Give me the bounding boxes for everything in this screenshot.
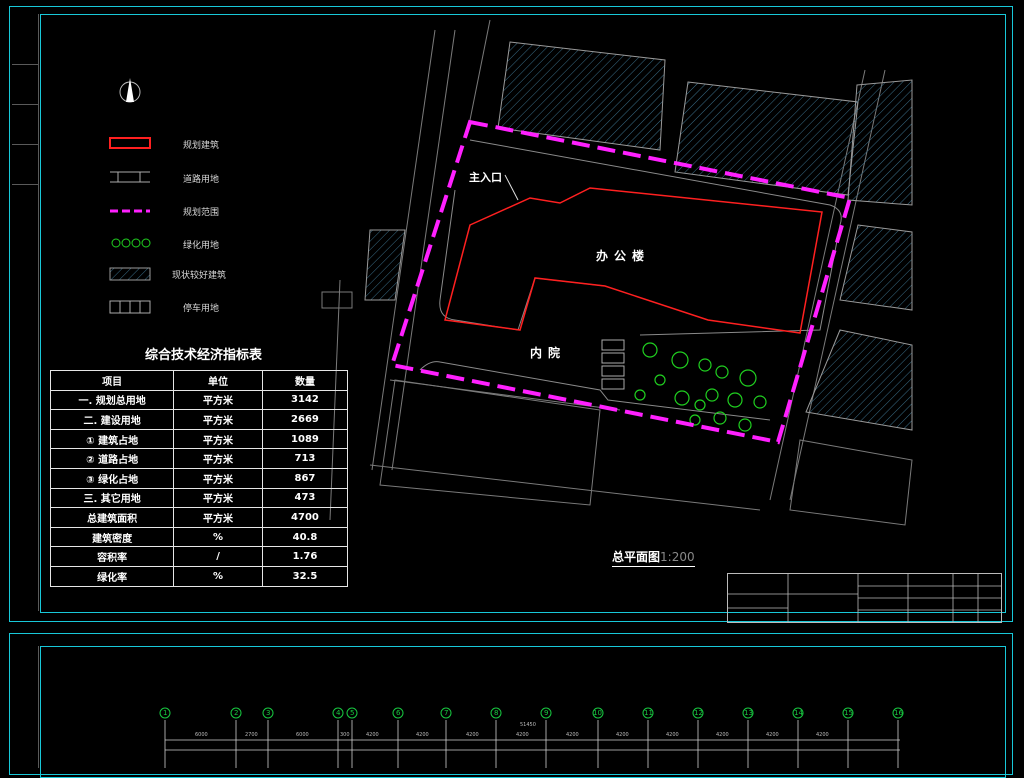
- axis-number: 12: [694, 709, 703, 717]
- axis-number: 9: [544, 709, 549, 717]
- table-cell: 一. 规划总用地: [49, 389, 175, 411]
- axis-number: 5: [350, 709, 355, 717]
- dimension-label: 6000: [195, 732, 208, 738]
- table-row: ③ 绿化占地 平方米 867: [49, 467, 349, 489]
- table-row: 建筑密度% 40.8: [49, 526, 349, 548]
- table-cell: ② 道路占地: [49, 448, 175, 469]
- table-cell: 三. 其它用地: [49, 487, 175, 509]
- table-cell: ③ 绿化占地: [49, 467, 175, 489]
- table-row: ① 建筑占地 平方米 1089: [49, 428, 349, 450]
- legend-label-parking: 停车用地: [183, 304, 220, 314]
- axis-number: 2: [234, 709, 239, 717]
- table-cell: 867: [261, 467, 349, 489]
- legend-label-boundary: 规划范围: [183, 208, 220, 218]
- column-header: 项目: [49, 370, 175, 391]
- title-block-grid: [728, 574, 1001, 622]
- drawing-title-block: [727, 573, 1002, 623]
- table-cell: 平方米: [173, 467, 263, 489]
- table-cell: ① 建筑占地: [49, 428, 175, 450]
- table-cell: %: [173, 565, 263, 587]
- table-row: 二. 建设用地 平方米 2669: [49, 409, 349, 430]
- table-cell: 40.8: [261, 526, 349, 548]
- table-row: 三. 其它用地 平方米 473: [49, 487, 349, 509]
- legend-label-green: 绿化用地: [183, 241, 220, 251]
- table-cell: 平方米: [173, 507, 263, 528]
- axis-number: 4: [336, 709, 341, 717]
- table-cell: 建筑密度: [49, 526, 175, 548]
- table-cell: 平方米: [173, 448, 263, 469]
- legend-label-existing-building: 现状较好建筑: [172, 271, 227, 281]
- dimension-label: 4200: [516, 732, 529, 738]
- table-row: 绿化率% 32.5: [49, 565, 349, 587]
- axis-number: 15: [844, 709, 853, 717]
- dimension-label: 4200: [716, 732, 729, 738]
- axis-number: 11: [644, 709, 653, 717]
- axis-number: 10: [593, 709, 602, 717]
- table-cell: 容积率: [49, 546, 175, 567]
- axis-number: 3: [266, 709, 271, 717]
- dimension-label: 4200: [466, 732, 479, 738]
- north-arrow-icon: [119, 78, 141, 103]
- axis-number: 6: [396, 709, 401, 717]
- table-cell: 4700: [261, 507, 349, 528]
- legend-label-planned-building: 规划建筑: [183, 141, 220, 151]
- indicator-table: 项目 单位 数量 一. 规划总用地 平方米 3142 二. 建设用地 平方米 2669 …: [49, 370, 349, 587]
- table-cell: 2669: [261, 409, 349, 430]
- table-cell: 473: [261, 487, 349, 509]
- dimension-label: 4200: [416, 732, 429, 738]
- axis-number: 13: [744, 709, 753, 717]
- dimension-label: 6000: [296, 732, 309, 738]
- table-cell: 32.5: [261, 565, 349, 587]
- table-cell: 平方米: [173, 487, 263, 509]
- plan-scale: 1:200: [660, 550, 695, 564]
- table-cell: 平方米: [173, 409, 263, 430]
- dimension-label: 300: [340, 732, 350, 738]
- table-cell: /: [173, 546, 263, 567]
- total-dimension: 51450: [520, 722, 536, 728]
- plan-title: 总平面图1:200: [612, 548, 695, 567]
- courtyard-label: 内院: [530, 346, 567, 360]
- dimension-label: 4200: [616, 732, 629, 738]
- table-row: 总建筑面积 平方米 4700: [49, 507, 349, 528]
- axis-number: 7: [444, 709, 449, 717]
- column-header: 数量: [261, 370, 349, 391]
- table-cell: 二. 建设用地: [49, 409, 175, 430]
- dimension-label: 4200: [566, 732, 579, 738]
- dimension-label: 4200: [816, 732, 829, 738]
- dimension-label: 4200: [766, 732, 779, 738]
- plan-title-text: 总平面图: [612, 550, 661, 564]
- indicator-table-title: 综合技术经济指标表: [145, 348, 263, 363]
- table-cell: 1089: [261, 428, 349, 450]
- table-cell: %: [173, 526, 263, 548]
- table-cell: 平方米: [173, 428, 263, 450]
- table-cell: 3142: [261, 389, 349, 411]
- table-cell: 总建筑面积: [49, 507, 175, 528]
- dimension-label: 4200: [366, 732, 379, 738]
- table-row: ② 道路占地 平方米 713: [49, 448, 349, 469]
- main-entrance-label: 主入口: [469, 171, 502, 184]
- dimension-label: 2700: [245, 732, 258, 738]
- table-cell: 平方米: [173, 389, 263, 411]
- axis-number: 14: [794, 709, 803, 717]
- office-building-label: 办公楼: [596, 249, 651, 263]
- table-cell: 713: [261, 448, 349, 469]
- axis-number: 16: [894, 709, 903, 717]
- table-cell: 1.76: [261, 546, 349, 567]
- legend-label-road: 道路用地: [183, 175, 220, 185]
- axis-number: 8: [494, 709, 499, 717]
- axis-number: 1: [163, 709, 168, 717]
- table-cell: 绿化率: [49, 565, 175, 587]
- table-row: 一. 规划总用地 平方米 3142: [49, 389, 349, 411]
- table-row: 容积率/1.76: [49, 546, 349, 567]
- table-header-row: 项目 单位 数量: [49, 370, 349, 391]
- column-header: 单位: [173, 370, 263, 391]
- dimension-label: 4200: [666, 732, 679, 738]
